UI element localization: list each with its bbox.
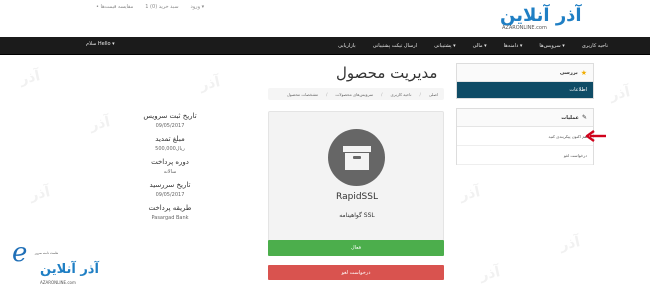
nav-billing[interactable]: مالی ▾ — [473, 43, 487, 49]
site-logo[interactable]: آذر آنلاین — [500, 5, 583, 26]
corner-logo-tagline: هاست دامنه سرور — [34, 251, 58, 255]
top-bar: • مقایسه قیمت‌ها 1 سبد خرید (0) ورود ▾ آ… — [0, 0, 650, 36]
breadcrumb-separator: / — [419, 91, 421, 97]
corner-logo-sub: AZARONLINE.com — [40, 280, 76, 285]
actions-panel: ✎ عملیات هم اکنون پیکربندی کنید درخواست … — [456, 108, 594, 165]
nav-user-menu[interactable]: سلام Hello ▾ — [86, 41, 115, 47]
nav-client-area[interactable]: ناحیه کاربری — [582, 43, 608, 49]
watermark: آذر — [28, 184, 52, 204]
compare-link[interactable]: • مقایسه قیمت‌ها — [96, 4, 133, 10]
watermark: آذر — [198, 74, 222, 94]
status-badge: فعال — [268, 240, 444, 256]
cancel-request-button[interactable]: درخواست لغو — [268, 265, 444, 280]
product-info: تاریخ ثبت سرویس 09/05/2017 مبلغ تمدید 50… — [120, 111, 220, 226]
info-value: 09/05/2017 — [155, 192, 185, 198]
archive-box-icon — [343, 146, 371, 170]
info-label: مبلغ تمدید — [155, 135, 185, 143]
product-card: RapidSSL گواهینامه SSL — [268, 111, 444, 241]
nav-services[interactable]: سرویس‌ها ▾ — [539, 43, 564, 49]
actions-panel-header: ✎ عملیات — [457, 109, 593, 127]
watermark: آذر — [608, 84, 632, 104]
watermark: آذر — [478, 264, 502, 284]
watermark: آذر — [18, 68, 42, 88]
nav-affiliates[interactable]: بازاریابی — [338, 43, 356, 49]
info-label: دوره پرداخت — [151, 158, 189, 166]
star-icon: ★ — [580, 68, 587, 77]
corner-logo: آذر آنلاین — [40, 262, 99, 277]
nav-domains[interactable]: دامنه‌ها ▾ — [504, 43, 523, 49]
cart-link[interactable]: 1 سبد خرید (0) — [145, 4, 178, 10]
info-value: سالانه — [163, 169, 177, 175]
sidebar-item-information[interactable]: اطلاعات — [457, 82, 593, 98]
page-title: مدیریت محصول — [336, 64, 438, 82]
info-value: 500,000ریال — [155, 146, 185, 152]
arrow-left-icon — [585, 130, 606, 142]
wrench-icon: ✎ — [581, 114, 587, 121]
nav-support[interactable]: پشتیبانی ▾ — [434, 43, 456, 49]
breadcrumb-current: مشخصات محصول — [286, 91, 319, 97]
breadcrumb-client-area[interactable]: ناحیه کاربری — [391, 92, 412, 97]
overview-panel-header: ★ بررسی — [457, 64, 593, 82]
product-name: RapidSSL — [336, 192, 378, 202]
site-logo-sub: AZARONLINE.com — [502, 25, 547, 31]
top-links: • مقایسه قیمت‌ها 1 سبد خرید (0) ورود ▾ — [96, 4, 204, 10]
watermark: آذر — [558, 234, 582, 254]
info-label: تاریخ سررسید — [149, 181, 191, 189]
overview-title: بررسی — [559, 69, 578, 76]
breadcrumb-services[interactable]: سرویس‌های محصولات — [335, 92, 373, 97]
actions-title: عملیات — [561, 114, 579, 121]
sidebar-item-configure[interactable]: هم اکنون پیکربندی کنید — [457, 127, 593, 146]
login-link[interactable]: ورود ▾ — [191, 4, 205, 10]
corner-logo-mark: e — [12, 238, 28, 268]
main-navbar: سلام Hello ▾ ناحیه کاربری سرویس‌ها ▾ دام… — [0, 37, 650, 55]
nav-open-ticket[interactable]: ارسال تیکت پشتیبانی — [373, 43, 417, 49]
info-label: تاریخ ثبت سرویس — [143, 112, 197, 120]
info-value: Pasargad Bank — [151, 215, 189, 221]
watermark: آذر — [458, 184, 482, 204]
info-value: 09/05/2017 — [155, 123, 185, 129]
breadcrumb-separator: / — [326, 91, 328, 97]
nav-items: ناحیه کاربری سرویس‌ها ▾ دامنه‌ها ▾ مالی … — [338, 37, 608, 55]
breadcrumb-home[interactable]: اصلی — [429, 92, 438, 97]
overview-panel: ★ بررسی اطلاعات — [456, 63, 594, 99]
breadcrumb-separator: / — [381, 91, 383, 97]
info-label: طریقه پرداخت — [148, 204, 192, 212]
product-group: گواهینامه SSL — [339, 212, 375, 219]
breadcrumb: اصلی / ناحیه کاربری / سرویس‌های محصولات … — [268, 88, 444, 100]
sidebar-item-cancel-request[interactable]: درخواست لغو — [457, 146, 593, 165]
watermark: آذر — [88, 114, 112, 134]
